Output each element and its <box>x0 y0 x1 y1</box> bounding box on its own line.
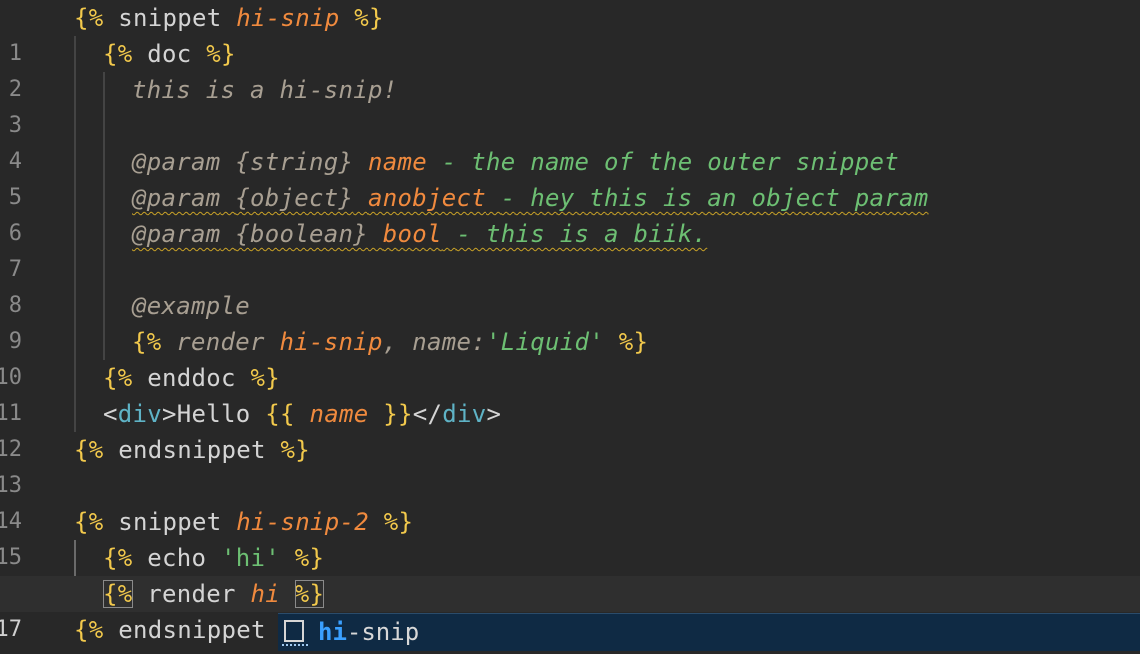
code-line[interactable]: 13 {% endsnippet %} <box>0 432 1140 498</box>
code-line[interactable]: 11 {% enddoc %} <box>0 360 1140 426</box>
code-line[interactable]: 5 @param {string} name - the name of the… <box>0 144 1140 210</box>
snippet-name: hi-snip <box>279 328 383 356</box>
snippet-name: hi-snip <box>236 4 340 32</box>
tag-close: %} <box>383 508 414 536</box>
keyword: enddoc <box>147 364 236 392</box>
suggestion-match: hi <box>318 618 347 646</box>
tag-close: %} <box>618 328 649 356</box>
keyword: render <box>147 580 236 608</box>
tag-open: {% <box>132 328 162 356</box>
param-description: - hey this is an object param <box>500 184 929 212</box>
snippet-icon <box>284 620 304 642</box>
code-line[interactable]: 1 {% snippet hi-snip %} <box>0 0 1140 66</box>
output-close: }} <box>383 400 413 428</box>
param-description: - the name of the outer snippet <box>441 148 899 176</box>
code-line[interactable]: 8 <box>0 252 1140 318</box>
param-tag: @param <box>132 220 221 248</box>
tag-open: {% <box>74 616 104 644</box>
comma: , <box>382 328 398 356</box>
tag-open: {% <box>103 364 133 392</box>
suggestion-rest: -snip <box>346 618 420 646</box>
tag-open: {% <box>74 4 104 32</box>
angle-bracket: > <box>486 400 502 428</box>
param-name: name <box>368 148 427 176</box>
line-number: 18 <box>0 648 22 654</box>
tag-open: {% <box>74 508 104 536</box>
tag-close: %} <box>206 40 236 68</box>
html-tag: div <box>117 400 162 428</box>
code-line[interactable]: 7 @param {boolean} bool - this is a biik… <box>0 216 1140 282</box>
tag-open-matched: {% <box>103 580 133 608</box>
tag-close: %} <box>354 4 384 32</box>
tag-close: %} <box>294 544 325 572</box>
keyword: endsnippet <box>118 436 266 464</box>
keyword: endsnippet <box>118 616 266 644</box>
code-editor[interactable]: 1 {% snippet hi-snip %} 2 {% doc %} 3 th… <box>0 0 1140 654</box>
angle-bracket: < <box>103 400 118 428</box>
tag-close: %} <box>250 364 280 392</box>
code-line[interactable]: 10 {% render hi-snip, name:'Liquid' %} <box>0 324 1140 390</box>
param-tag: @param <box>132 148 221 176</box>
param-name: anobject <box>368 184 486 212</box>
keyword: doc <box>147 40 192 68</box>
code-line[interactable]: 6 @param {object} anobject - hey this is… <box>0 180 1140 246</box>
code-line[interactable]: 16 {% echo 'hi' %} <box>0 540 1140 606</box>
doc-description: this is a hi-snip! <box>132 76 398 104</box>
argument-name: name: <box>412 328 486 356</box>
param-name: bool <box>382 220 442 248</box>
param-type: {boolean} <box>235 220 368 248</box>
html-text: Hello <box>176 400 251 428</box>
snippet-name: hi-snip-2 <box>236 508 369 536</box>
tag-open: {% <box>103 40 133 68</box>
warning-squiggle[interactable]: @param {object} anobject - hey this is a… <box>132 180 928 216</box>
code-line[interactable]: 14 <box>0 468 1140 534</box>
keyword: echo <box>147 544 207 572</box>
angle-bracket: > <box>162 400 177 428</box>
suggestion-label[interactable]: hi-snip <box>318 614 419 650</box>
string-literal: 'Liquid' <box>486 328 604 356</box>
variable: name <box>309 400 369 428</box>
partial-input: hi <box>250 580 280 608</box>
html-tag: div <box>442 400 487 428</box>
keyword: snippet <box>118 4 222 32</box>
keyword: render <box>176 328 265 356</box>
string-literal: 'hi' <box>221 544 280 572</box>
param-tag: @param <box>132 184 221 212</box>
snippet-icon-underline <box>282 644 308 646</box>
keyword: snippet <box>118 508 222 536</box>
example-tag: @example <box>132 292 250 320</box>
output-open: {{ <box>265 400 295 428</box>
tag-open: {% <box>103 544 133 572</box>
tag-open: {% <box>74 436 104 464</box>
param-type: {string} <box>235 148 354 176</box>
autocomplete-suggestion[interactable]: hi-snip <box>278 613 1140 651</box>
code-line[interactable]: 12 <div>Hello {{ name }}</div> <box>0 396 1140 462</box>
tag-close: %} <box>280 436 310 464</box>
code-line[interactable]: 4 <box>0 108 1140 174</box>
param-description: - this is a biik. <box>456 220 708 248</box>
tag-close-matched: %} <box>294 580 325 608</box>
code-line[interactable]: 9 @example <box>0 288 1140 354</box>
code-line[interactable]: 2 {% doc %} <box>0 36 1140 102</box>
angle-bracket: </ <box>412 400 443 428</box>
code-line[interactable]: 15 {% snippet hi-snip-2 %} <box>0 504 1140 570</box>
param-type: {object} <box>235 184 354 212</box>
code-line-current[interactable]: 17 {% render hi %} <box>0 576 1140 642</box>
warning-squiggle[interactable]: @param {boolean} bool - this is a biik. <box>132 216 707 252</box>
code-line[interactable]: 3 this is a hi-snip! <box>0 72 1140 138</box>
